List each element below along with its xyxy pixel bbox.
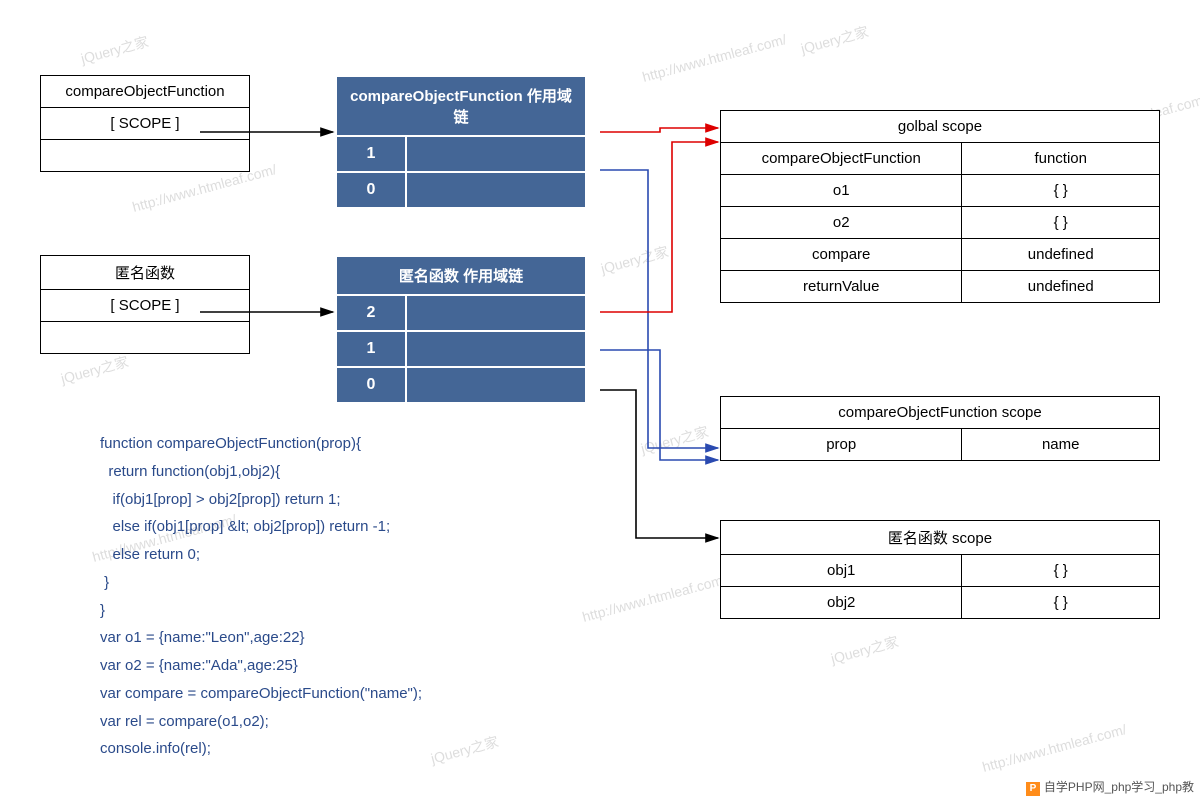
watermark: jQuery之家 [799,21,871,58]
watermark: http://www.htmleaf.com/ [640,31,788,85]
table-title: compareObjectFunction scope [721,397,1160,429]
table-cof-scope: compareObjectFunction scope propname [720,396,1160,461]
chain-idx: 1 [336,331,406,367]
chain-ptr [406,331,586,367]
watermark: jQuery之家 [639,421,711,458]
box-scope-label: [ SCOPE ] [41,290,250,322]
watermark: jQuery之家 [829,631,901,668]
cell-key: o1 [721,175,962,207]
table-global-scope: golbal scope compareObjectFunctionfuncti… [720,110,1160,303]
cell-val: { } [962,207,1160,239]
scope-chain-compare: compareObjectFunction 作用域链 1 0 [335,75,587,209]
chain-ptr [406,172,586,208]
cell-val: function [962,143,1160,175]
chain-ptr [406,295,586,331]
watermark: http://www.htmleaf.com/ [580,571,728,625]
cell-val: undefined [962,271,1160,303]
chain-title: compareObjectFunction 作用域链 [336,76,586,136]
watermark: http://www.htmleaf.com/ [980,721,1128,775]
box-title: compareObjectFunction [41,76,250,108]
scope-chain-anon: 匿名函数 作用域链 2 1 0 [335,255,587,404]
cell-key: prop [721,429,962,461]
cell-val: name [962,429,1160,461]
cell-val: { } [962,555,1160,587]
watermark: jQuery之家 [599,241,671,278]
code-block: function compareObjectFunction(prop){ re… [100,430,422,763]
cell-val: undefined [962,239,1160,271]
cell-key: o2 [721,207,962,239]
footer-text: 自学PHP网_php学习_php教 [1044,780,1194,794]
footer: P 自学PHP网_php学习_php教 [1026,778,1194,796]
watermark: jQuery之家 [59,351,131,388]
chain-ptr [406,136,586,172]
chain-title: 匿名函数 作用域链 [336,256,586,295]
footer-badge: P [1026,782,1040,796]
chain-ptr [406,367,586,403]
box-empty [41,140,250,172]
table-title: 匿名函数 scope [721,521,1160,555]
cell-val: { } [962,175,1160,207]
chain-idx: 0 [336,172,406,208]
box-title: 匿名函数 [41,256,250,290]
cell-key: obj2 [721,587,962,619]
table-anon-scope: 匿名函数 scope obj1{ } obj2{ } [720,520,1160,619]
box-scope-label: [ SCOPE ] [41,108,250,140]
table-title: golbal scope [721,111,1160,143]
chain-idx: 0 [336,367,406,403]
cell-key: compare [721,239,962,271]
cell-val: { } [962,587,1160,619]
box-anon-fn: 匿名函数 [ SCOPE ] [40,255,250,354]
chain-idx: 2 [336,295,406,331]
cell-key: compareObjectFunction [721,143,962,175]
chain-idx: 1 [336,136,406,172]
box-empty [41,322,250,354]
cell-key: obj1 [721,555,962,587]
cell-key: returnValue [721,271,962,303]
box-compare-fn: compareObjectFunction [ SCOPE ] [40,75,250,172]
watermark: jQuery之家 [429,731,501,768]
watermark: jQuery之家 [79,31,151,68]
